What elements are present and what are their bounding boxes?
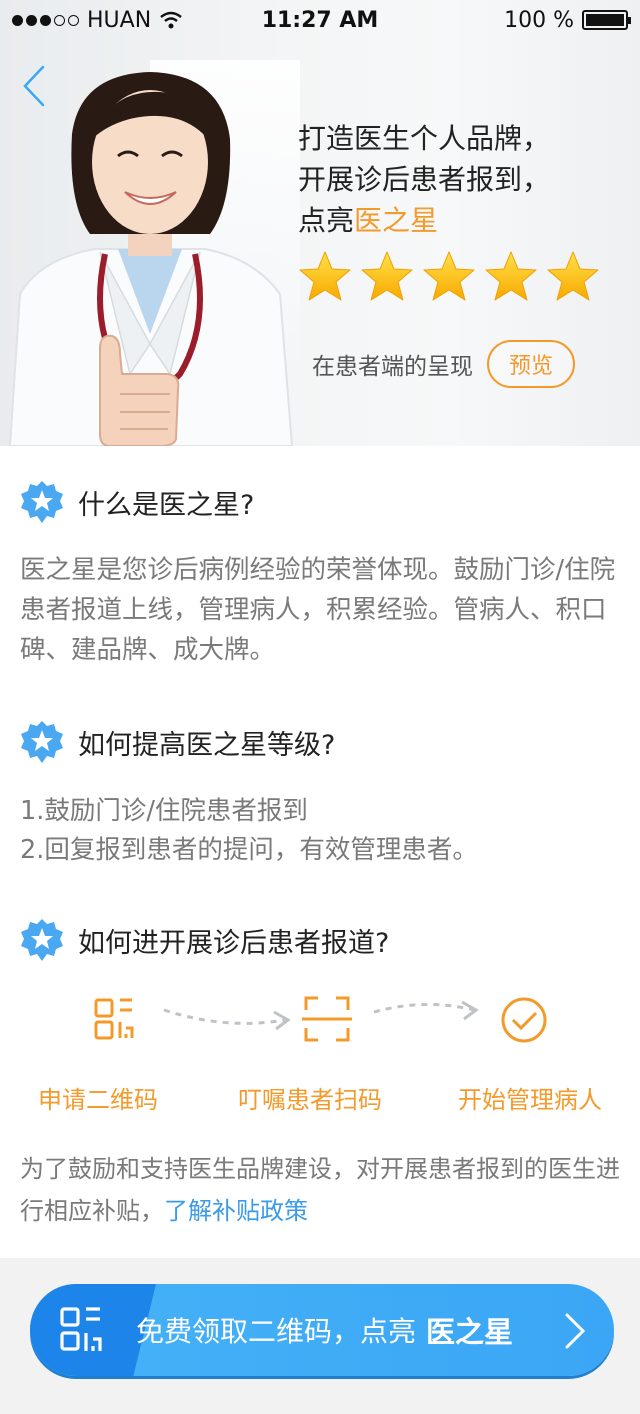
- rating-stars: [298, 250, 600, 304]
- headline-line-3: 点亮医之星: [298, 200, 550, 241]
- section-what-header: 什么是医之星?: [20, 480, 254, 524]
- qr-code-icon: [94, 998, 134, 1040]
- section-improve-header: 如何提高医之星等级?: [20, 720, 335, 764]
- step-3-label: 开始管理病人: [458, 1086, 602, 1114]
- headline-highlight: 医之星: [354, 204, 439, 237]
- chevron-right-icon: [565, 1313, 586, 1349]
- scan-frame-icon: [302, 996, 352, 1042]
- star-icon: [547, 251, 599, 301]
- get-qr-code-button[interactable]: 免费领取二维码，点亮 医之星: [30, 1284, 614, 1376]
- headline-line-1: 打造医生个人品牌，: [298, 122, 551, 155]
- step-1-label: 申请二维码: [38, 1086, 158, 1114]
- star-icon: [299, 251, 351, 301]
- status-right: 100 %: [504, 7, 631, 33]
- chevron-left-icon: [23, 65, 45, 107]
- hero-banner: 打造医生个人品牌， 开展诊后患者报到， 点亮医之星 在患者端的呈现 预览: [0, 0, 640, 446]
- badge-star-icon: [21, 481, 63, 523]
- signal-strength-icon: [12, 14, 79, 26]
- improve-item-2: 2.回复报到患者的提问，有效管理患者。: [20, 835, 478, 865]
- wifi-icon: [160, 11, 182, 29]
- cta-bold-text: 医之星: [426, 1315, 514, 1349]
- section-what-body: 医之星是您诊后病例经验的荣誉体现。鼓励门诊/住院患者报道上线，管理病人，积累经验…: [20, 555, 616, 665]
- battery-percent: 100 %: [504, 7, 574, 33]
- step-2-label: 叮嘱患者扫码: [238, 1086, 382, 1114]
- qr-code-icon: [60, 1307, 102, 1351]
- improve-item-1: 1.鼓励门诊/住院患者报到: [20, 796, 308, 826]
- preview-button[interactable]: 预览: [487, 340, 575, 388]
- steps-flow: [94, 996, 547, 1043]
- section-improve-title: 如何提高医之星等级?: [78, 729, 336, 761]
- check-circle-icon: [501, 997, 547, 1043]
- section-what-title: 什么是医之星?: [78, 489, 255, 521]
- section-howto-title: 如何进开展诊后患者报道?: [78, 927, 390, 959]
- status-bar: HUAN 11:27 AM 100 %: [0, 0, 640, 40]
- subsidy-text: 为了鼓励和支持医生品牌建设，对开展患者报到的医生进行相应补贴，: [20, 1155, 620, 1225]
- subsidy-note: 为了鼓励和支持医生品牌建设，对开展患者报到的医生进行相应补贴，了解补贴政策: [20, 1148, 630, 1232]
- dashed-arrow-icon: [373, 1002, 475, 1014]
- back-button[interactable]: [14, 62, 54, 110]
- headline-prefix: 点亮: [298, 204, 355, 237]
- cta-label: 免费领取二维码，点亮 医之星: [136, 1284, 513, 1376]
- cta-text: 免费领取二维码，点亮: [136, 1315, 417, 1348]
- battery-icon: [582, 10, 631, 30]
- badge-star-icon: [21, 721, 63, 763]
- carrier-name: HUAN: [87, 7, 152, 33]
- headline-line-2: 开展诊后患者报到，: [298, 163, 551, 196]
- preview-row: 在患者端的呈现 预览: [312, 340, 575, 388]
- badge-star-icon: [21, 919, 63, 961]
- section-howto-header: 如何进开展诊后患者报道?: [20, 918, 389, 962]
- hero-headline: 打造医生个人品牌， 开展诊后患者报到， 点亮医之星: [298, 118, 550, 241]
- dashed-arrow-icon: [163, 1008, 286, 1025]
- star-icon: [423, 251, 475, 301]
- section-improve-list: 1.鼓励门诊/住院患者报到 2.回复报到患者的提问，有效管理患者。: [20, 792, 630, 870]
- star-icon: [361, 251, 413, 301]
- battery-fill: [586, 14, 624, 26]
- star-icon: [485, 251, 537, 301]
- status-left: HUAN: [12, 8, 183, 33]
- subsidy-policy-link[interactable]: 了解补贴政策: [164, 1197, 308, 1225]
- preview-caption: 在患者端的呈现: [312, 354, 473, 380]
